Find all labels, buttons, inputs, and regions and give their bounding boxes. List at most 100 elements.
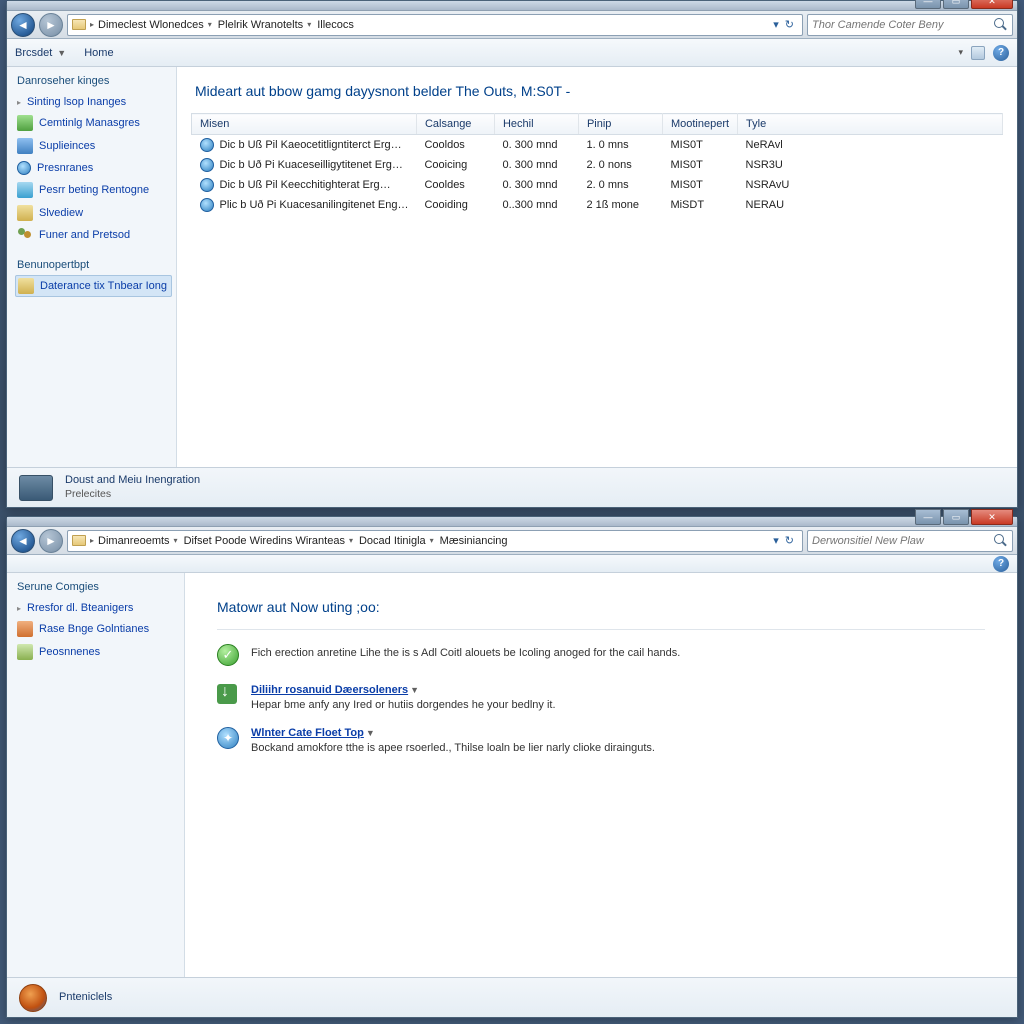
toolbar: ?	[7, 555, 1017, 573]
refresh-button[interactable]: ▾↻	[769, 534, 798, 547]
window-bottom: — ▭ ✕ ◄ ► ▸Dimanreoemts ▾ Difset Poode W…	[6, 516, 1018, 1018]
sidebar-item-2[interactable]: Suplieinces	[15, 136, 172, 156]
close-button[interactable]: ✕	[971, 509, 1013, 525]
window-buttons: — ▭ ✕	[915, 0, 1013, 9]
status-icon	[19, 475, 53, 501]
monitor-icon	[17, 138, 33, 154]
table-row[interactable]: Dic b Uð Pi Kuaceseilligytitenet Erg…Coo…	[192, 155, 1003, 175]
crumb-1[interactable]: Plelrik Wranotelts ▾	[216, 19, 313, 31]
people-icon	[17, 228, 33, 242]
folder-icon	[72, 535, 86, 546]
firefox-icon	[19, 984, 47, 1012]
org-icon	[17, 621, 33, 637]
forward-button[interactable]: ►	[39, 13, 63, 37]
search-box[interactable]	[807, 14, 1013, 36]
folder-icon	[18, 278, 34, 294]
settings-link[interactable]: Wlnter Cate Floet Top	[251, 727, 364, 739]
dropdown-icon[interactable]: ▼	[410, 685, 419, 695]
window-top: — ▭ ✕ ◄ ► ▸Dimeclest Wlonedces ▾ Plelrik…	[6, 0, 1018, 508]
settings-desc: Bockand amokfore tthe is apee rsoerled.,…	[251, 742, 985, 754]
minimize-button[interactable]: —	[915, 509, 941, 525]
crumb-2[interactable]: Docad Itinigla ▾	[357, 535, 436, 547]
prog-icon	[17, 644, 33, 660]
home-menu[interactable]: Home	[84, 47, 113, 59]
sidebar-group-item[interactable]: Daterance tix Tnbear Iong	[15, 275, 172, 297]
data-table: Misen Calsange Hechil Pinip Mootinepert …	[191, 113, 1003, 215]
crumb-3[interactable]: Mæsiniancing	[438, 535, 510, 547]
statusbar: Doust and Meiu Inengration Prelecites	[7, 467, 1017, 507]
sidebar-item-5[interactable]: Slvediew	[15, 203, 172, 223]
sidebar-item-4[interactable]: Pesrr beting Rentogne	[15, 180, 172, 200]
forward-button[interactable]: ►	[39, 529, 63, 553]
address-bar[interactable]: ▸Dimanreoemts ▾ Difset Poode Wiredins Wi…	[67, 530, 803, 552]
download-link[interactable]: Diliihr rosanuid Dæersoleners	[251, 684, 408, 696]
download-icon	[217, 684, 237, 704]
dropdown-icon[interactable]: ▼	[366, 728, 375, 738]
titlebar: — ▭ ✕	[7, 1, 1017, 11]
sidebar-group-header: Benunopertbpt	[15, 259, 172, 271]
download-row: Diliihr rosanuid Dæersoleners▼ Hepar bme…	[217, 684, 985, 711]
sidebar: Danroseher kinges Sinting lsop Inanges C…	[7, 67, 177, 467]
col-2[interactable]: Hechil	[494, 114, 578, 135]
back-button[interactable]: ◄	[11, 13, 35, 37]
search-icon	[994, 534, 1008, 548]
minimize-button[interactable]: —	[915, 0, 941, 9]
sidebar-item-0[interactable]: Rresfor dl. Bteanigers	[15, 600, 180, 616]
table-row[interactable]: Plic b Uð Pi Kuacesanilingitenet Eng…Coo…	[192, 195, 1003, 215]
search-input[interactable]	[812, 19, 982, 31]
sidebar: Serune Comgies Rresfor dl. Bteanigers Ra…	[7, 573, 185, 977]
gear-icon: ✦	[217, 727, 239, 749]
col-5[interactable]: Tyle	[738, 114, 1003, 135]
crumb-0[interactable]: ▸Dimeclest Wlonedces ▾	[88, 19, 214, 31]
brand-menu[interactable]: Brcsdet ▼	[15, 47, 66, 59]
back-button[interactable]: ◄	[11, 529, 35, 553]
sidebar-header: Danroseher kinges	[15, 75, 172, 87]
close-button[interactable]: ✕	[971, 0, 1013, 9]
crumb-0[interactable]: ▸Dimanreoemts ▾	[88, 535, 180, 547]
globe-icon	[17, 161, 31, 175]
navbar: ◄ ► ▸Dimanreoemts ▾ Difset Poode Wiredin…	[7, 527, 1017, 555]
crumb-1[interactable]: Difset Poode Wiredins Wiranteas ▾	[182, 535, 355, 547]
refresh-button[interactable]: ▾↻	[769, 18, 798, 31]
sidebar-item-6[interactable]: Funer and Pretsod	[15, 226, 172, 244]
green-icon	[17, 115, 33, 131]
navbar: ◄ ► ▸Dimeclest Wlonedces ▾ Plelrik Wrano…	[7, 11, 1017, 39]
sidebar-item-3[interactable]: Presnranes	[15, 159, 172, 177]
search-box[interactable]	[807, 530, 1013, 552]
folder-icon	[17, 205, 33, 221]
sidebar-item-1[interactable]: Rase Bnge Golntianes	[15, 619, 180, 639]
col-3[interactable]: Pinip	[578, 114, 662, 135]
col-0[interactable]: Misen	[192, 114, 417, 135]
sidebar-item-0[interactable]: Sinting lsop Inanges	[15, 94, 172, 110]
shield-icon	[17, 182, 33, 198]
sidebar-item-1[interactable]: Cemtinlg Manasgres	[15, 113, 172, 133]
globe-icon	[200, 138, 214, 152]
mail-icon[interactable]	[971, 46, 985, 60]
globe-icon	[200, 158, 214, 172]
crumb-2[interactable]: Illecocs	[315, 19, 356, 31]
col-4[interactable]: Mootinepert	[662, 114, 737, 135]
table-row[interactable]: Dic b Uß Pil Keecchitighterat Erg…Coolde…	[192, 175, 1003, 195]
table-row[interactable]: Dic b Uß Pil Kaeocetitligntiterct Erg…Co…	[192, 135, 1003, 156]
maximize-button[interactable]: ▭	[943, 0, 969, 9]
address-bar[interactable]: ▸Dimeclest Wlonedces ▾ Plelrik Wranotelt…	[67, 14, 803, 36]
toolbar: Brcsdet ▼ Home ▾ ?	[7, 39, 1017, 67]
maximize-button[interactable]: ▭	[943, 509, 969, 525]
sidebar-header: Serune Comgies	[15, 581, 180, 593]
help-icon[interactable]: ?	[993, 556, 1009, 572]
status-text: Doust and Meiu Inengration Prelecites	[65, 474, 200, 501]
search-input[interactable]	[812, 535, 982, 547]
search-icon	[994, 18, 1008, 32]
status-text: Fich erection anretine Lihe the is s Adl…	[251, 647, 985, 659]
body: Serune Comgies Rresfor dl. Bteanigers Ra…	[7, 573, 1017, 977]
sidebar-item-2[interactable]: Peosnnenes	[15, 642, 180, 662]
titlebar: — ▭ ✕	[7, 517, 1017, 527]
window-buttons: — ▭ ✕	[915, 509, 1013, 525]
settings-row: ✦ Wlnter Cate Floet Top▼ Bockand amokfor…	[217, 727, 985, 754]
statusbar: Pnteniclels	[7, 977, 1017, 1017]
status-text: Pnteniclels	[59, 991, 112, 1005]
col-1[interactable]: Calsange	[416, 114, 494, 135]
view-down-icon[interactable]: ▾	[958, 47, 963, 58]
content: Mideart aut bbow gamg dayysnont belder T…	[177, 67, 1017, 467]
help-icon[interactable]: ?	[993, 45, 1009, 61]
